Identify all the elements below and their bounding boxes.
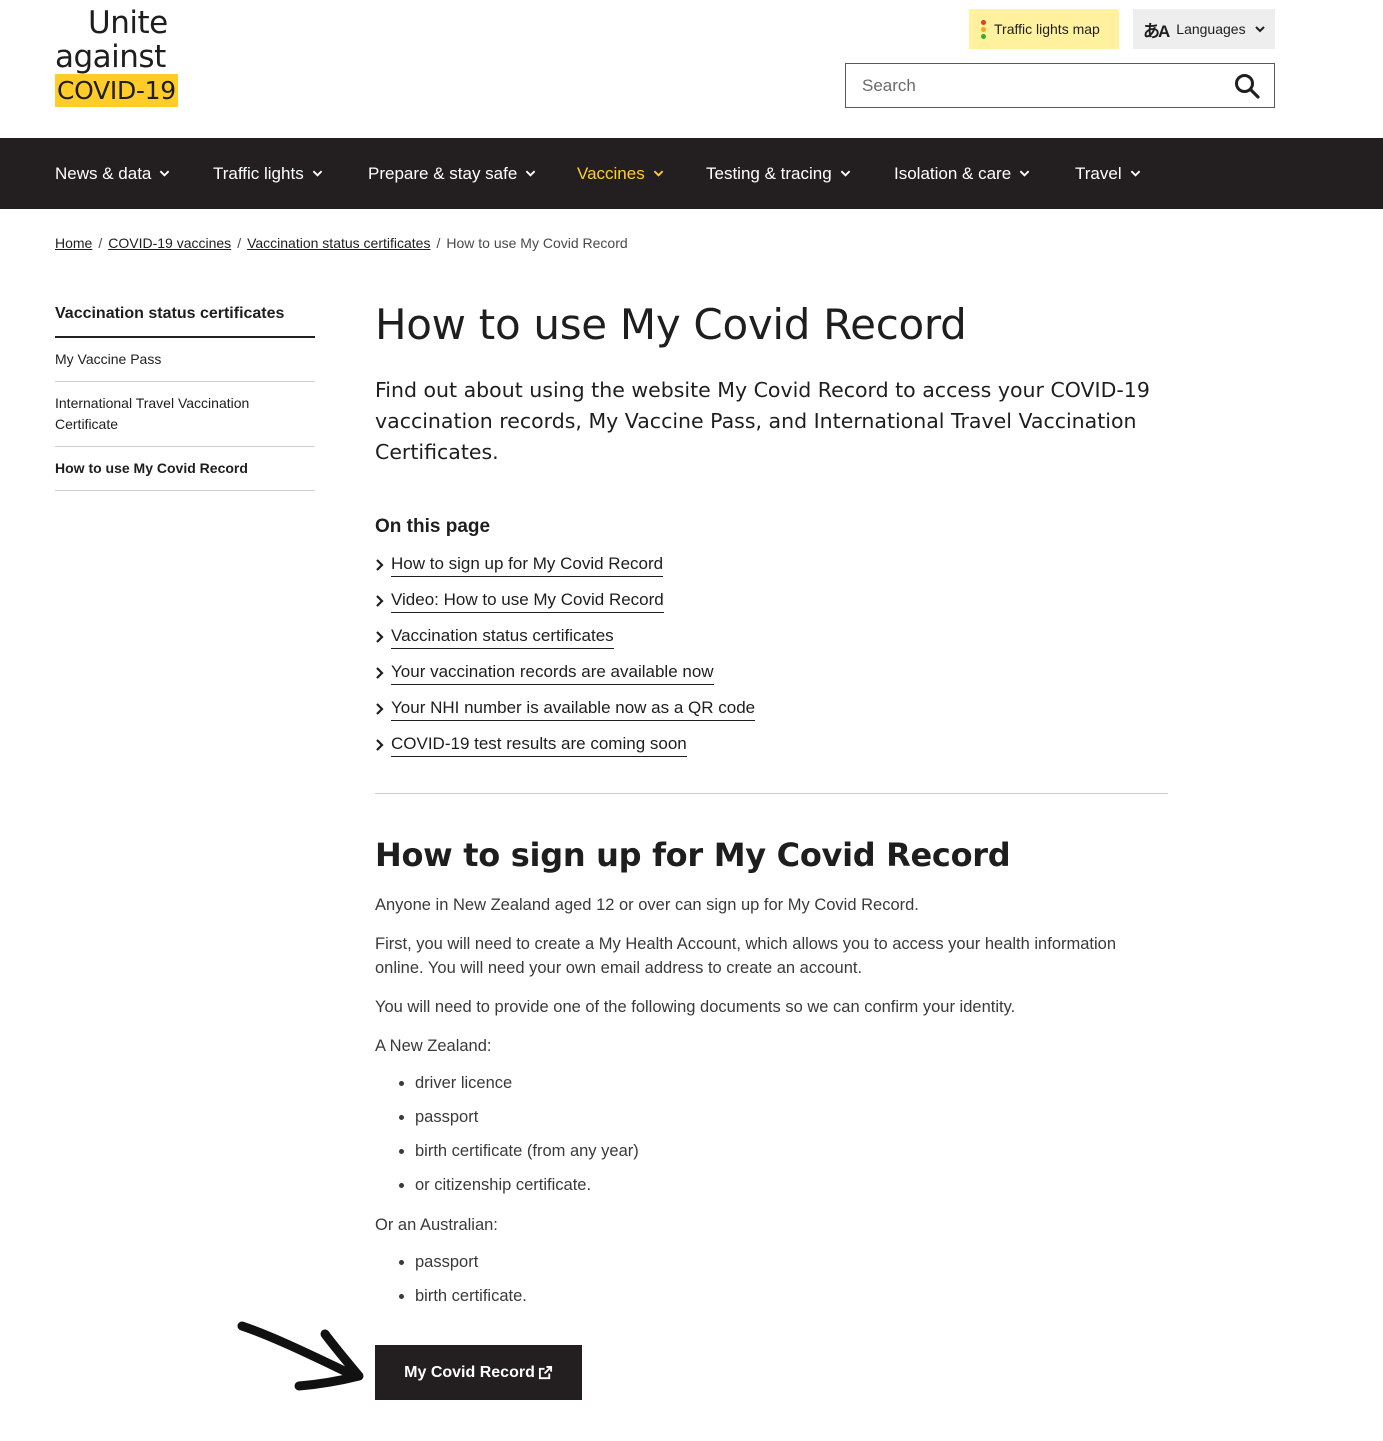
- paragraph: You will need to provide one of the foll…: [375, 998, 1016, 1016]
- nav-travel[interactable]: Travel: [1075, 138, 1141, 209]
- chevron-down-icon: [840, 170, 850, 177]
- arrow-annotation-icon: [237, 1321, 364, 1391]
- chevron-down-icon: [1254, 26, 1265, 33]
- list-item: Your vaccination records are available n…: [375, 655, 1168, 691]
- traffic-light-icon: [981, 19, 986, 39]
- list-item: passport: [415, 1250, 1168, 1274]
- search-box: [845, 63, 1275, 108]
- nav-label: Prepare & stay safe: [368, 163, 518, 183]
- chevron-down-icon: [526, 170, 536, 177]
- external-link-icon: [538, 1365, 552, 1380]
- nav-testing-tracing[interactable]: Testing & tracing: [706, 138, 851, 209]
- on-this-page-link[interactable]: Your NHI number is available now as a QR…: [391, 698, 756, 721]
- page-title: How to use My Covid Record: [375, 300, 967, 349]
- chevron-right-icon: [376, 703, 384, 715]
- nav-isolation-care[interactable]: Isolation & care: [894, 138, 1030, 209]
- breadcrumb-home[interactable]: Home: [55, 235, 92, 251]
- section-divider: [375, 793, 1168, 794]
- site-logo[interactable]: Unite against COVID-19: [55, 6, 195, 107]
- paragraph: Or an Australian:: [375, 1216, 498, 1234]
- my-covid-record-button-label: My Covid Record: [404, 1363, 535, 1381]
- search-icon[interactable]: [1234, 73, 1260, 99]
- traffic-lights-map-button[interactable]: Traffic lights map: [969, 9, 1119, 49]
- chevron-down-icon: [312, 170, 322, 177]
- breadcrumb-vaccination-status-certificates[interactable]: Vaccination status certificates: [247, 235, 430, 251]
- list-item: or citizenship certificate.: [415, 1173, 1168, 1197]
- logo-line-2: against: [55, 39, 166, 75]
- breadcrumb-separator: /: [237, 235, 242, 251]
- list-item: birth certificate (from any year): [415, 1139, 1168, 1163]
- on-this-page-link[interactable]: Your vaccination records are available n…: [391, 662, 714, 685]
- nav-vaccines[interactable]: Vaccines: [577, 138, 664, 209]
- languages-label: Languages: [1176, 21, 1246, 37]
- list-item: How to sign up for My Covid Record: [375, 547, 1168, 583]
- on-this-page-link[interactable]: How to sign up for My Covid Record: [391, 554, 664, 577]
- translate-icon: あA: [1143, 21, 1170, 41]
- list-item: driver licence: [415, 1071, 1168, 1095]
- nav-label: Vaccines: [577, 163, 645, 183]
- languages-button[interactable]: あA Languages: [1133, 9, 1275, 49]
- breadcrumb: Home / COVID-19 vaccines / Vaccination statu…: [55, 235, 628, 251]
- on-this-page-link[interactable]: Vaccination status certificates: [391, 626, 614, 649]
- on-this-page-title: On this page: [375, 516, 491, 537]
- list-item: Vaccination status certificates: [375, 619, 1168, 655]
- breadcrumb-current: How to use My Covid Record: [446, 235, 628, 251]
- section-heading: How to sign up for My Covid Record: [375, 836, 1011, 874]
- list-item: COVID-19 test results are coming soon: [375, 727, 1168, 763]
- chevron-down-icon: [1019, 170, 1030, 177]
- on-this-page-link[interactable]: Video: How to use My Covid Record: [391, 590, 664, 613]
- nz-documents-list: driver licence passport birth certificat…: [375, 1071, 1168, 1197]
- paragraph: Anyone in New Zealand aged 12 or over ca…: [375, 896, 919, 914]
- list-item: Video: How to use My Covid Record: [375, 583, 1168, 619]
- paragraph: First, you will need to create a My Heal…: [375, 935, 1117, 977]
- nav-label: Testing & tracing: [706, 163, 832, 183]
- nav-traffic-lights[interactable]: Traffic lights: [213, 138, 323, 209]
- chevron-right-icon: [376, 595, 384, 607]
- chevron-down-icon: [160, 170, 170, 177]
- nav-label: Isolation & care: [894, 163, 1012, 183]
- list-item: passport: [415, 1105, 1168, 1129]
- main-content: How to use My Covid Record Find out abou…: [375, 300, 1168, 1318]
- chevron-right-icon: [376, 667, 384, 679]
- au-documents-list: passport birth certificate.: [375, 1250, 1168, 1308]
- sidebar-nav: Vaccination status certificates My Vacci…: [55, 305, 315, 491]
- logo-line-3: COVID-19: [55, 74, 178, 107]
- breadcrumb-separator: /: [98, 235, 103, 251]
- on-this-page-list: How to sign up for My Covid Record Video…: [375, 547, 1168, 763]
- nav-label: News & data: [55, 163, 152, 183]
- nav-prepare-stay-safe[interactable]: Prepare & stay safe: [368, 138, 536, 209]
- search-input[interactable]: [846, 64, 1234, 107]
- sidebar-item-international-travel-certificate[interactable]: International Travel Vaccination Certifi…: [55, 382, 315, 447]
- traffic-lights-map-label: Traffic lights map: [994, 21, 1100, 37]
- my-covid-record-button[interactable]: My Covid Record: [375, 1345, 582, 1400]
- sidebar-item-my-vaccine-pass[interactable]: My Vaccine Pass: [55, 338, 315, 382]
- on-this-page-link[interactable]: COVID-19 test results are coming soon: [391, 734, 687, 757]
- logo-line-1: Unite: [88, 5, 168, 41]
- breadcrumb-separator: /: [436, 235, 441, 251]
- sidebar-title: Vaccination status certificates: [55, 305, 315, 338]
- main-navigation: News & data Traffic lights Prepare & sta…: [0, 138, 1383, 209]
- nav-label: Traffic lights: [213, 163, 304, 183]
- chevron-down-icon: [1130, 170, 1140, 177]
- chevron-right-icon: [376, 631, 384, 643]
- page-intro: Find out about using the website My Covi…: [375, 378, 1150, 464]
- chevron-right-icon: [376, 739, 384, 751]
- breadcrumb-covid-vaccines[interactable]: COVID-19 vaccines: [108, 235, 231, 251]
- sidebar-item-how-to-use-my-covid-record[interactable]: How to use My Covid Record: [55, 447, 315, 491]
- list-item: birth certificate.: [415, 1284, 1168, 1308]
- chevron-down-icon: [653, 170, 663, 177]
- nav-news-data[interactable]: News & data: [55, 138, 170, 209]
- paragraph: A New Zealand:: [375, 1037, 492, 1055]
- nav-label: Travel: [1075, 163, 1122, 183]
- chevron-right-icon: [376, 559, 384, 571]
- list-item: Your NHI number is available now as a QR…: [375, 691, 1168, 727]
